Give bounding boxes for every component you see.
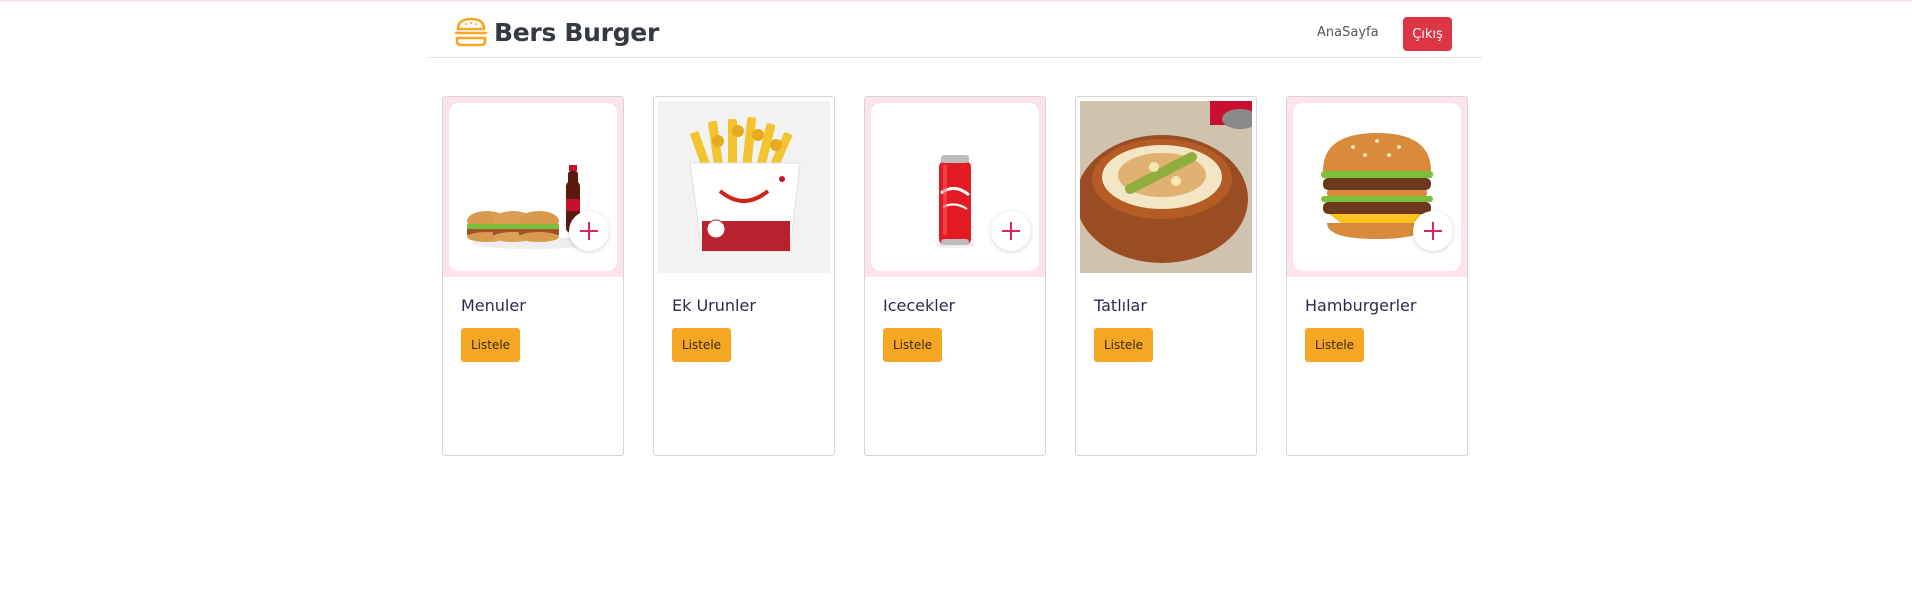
plus-icon bbox=[1424, 222, 1442, 240]
category-card: Tatlılar Listele bbox=[1075, 96, 1257, 456]
brand-name: Bers Burger bbox=[494, 17, 659, 47]
brand[interactable]: Bers Burger bbox=[454, 17, 659, 47]
card-image-frame bbox=[654, 97, 834, 277]
logout-button[interactable]: Çıkış bbox=[1403, 17, 1452, 51]
card-title: Icecekler bbox=[883, 296, 956, 315]
list-button[interactable]: Listele bbox=[883, 328, 942, 362]
card-image-frame bbox=[865, 97, 1045, 277]
card-image-frame bbox=[1076, 97, 1256, 277]
list-button[interactable]: Listele bbox=[1094, 328, 1153, 362]
add-button[interactable] bbox=[991, 211, 1031, 251]
add-button[interactable] bbox=[1413, 211, 1453, 251]
category-card: Hamburgerler Listele bbox=[1286, 96, 1468, 456]
category-card: Icecekler Listele bbox=[864, 96, 1046, 456]
category-card: Ek Urunler Listele bbox=[653, 96, 835, 456]
dessert-picture bbox=[1080, 101, 1252, 273]
list-button[interactable]: Listele bbox=[672, 328, 731, 362]
card-title: Menuler bbox=[461, 296, 526, 315]
card-title: Ek Urunler bbox=[672, 296, 756, 315]
menu-image bbox=[449, 103, 617, 271]
dessert-image bbox=[1080, 101, 1252, 273]
fries-picture bbox=[689, 116, 801, 252]
hamburger-image bbox=[1293, 103, 1461, 271]
category-card: Menuler Listele bbox=[442, 96, 624, 456]
list-button[interactable]: Listele bbox=[1305, 328, 1364, 362]
drink-image bbox=[871, 103, 1039, 271]
nav-home-link[interactable]: AnaSayfa bbox=[1317, 25, 1379, 40]
card-image-frame bbox=[443, 97, 623, 277]
fries-image bbox=[658, 101, 830, 273]
card-title: Tatlılar bbox=[1094, 296, 1147, 315]
card-image-frame bbox=[1287, 97, 1467, 277]
navbar: Bers Burger AnaSayfa Çıkış bbox=[428, 2, 1482, 58]
card-title: Hamburgerler bbox=[1305, 296, 1417, 315]
add-button[interactable] bbox=[569, 211, 609, 251]
plus-icon bbox=[580, 222, 598, 240]
plus-icon bbox=[1002, 222, 1020, 240]
list-button[interactable]: Listele bbox=[461, 328, 520, 362]
burger-icon bbox=[454, 17, 488, 47]
